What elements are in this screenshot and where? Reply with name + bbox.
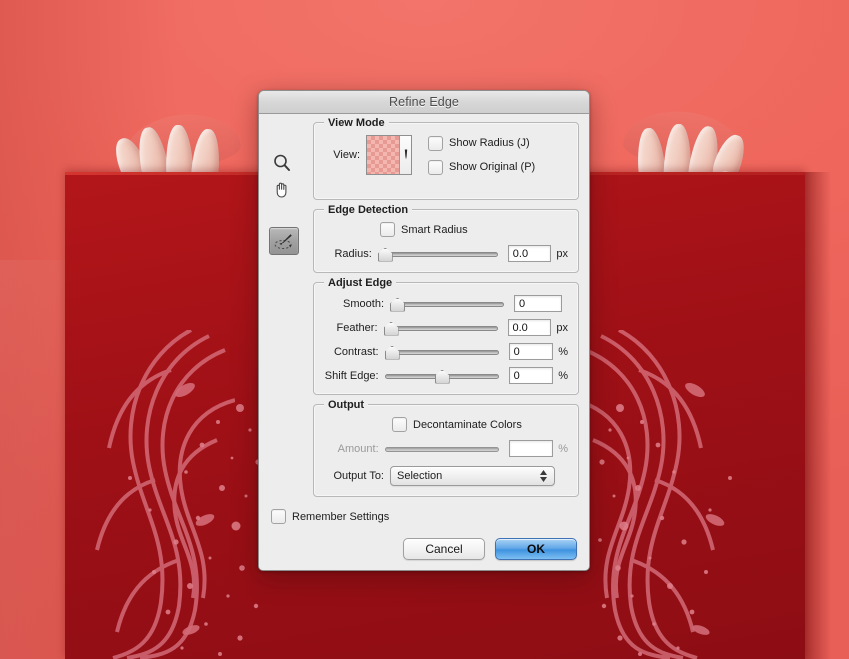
cancel-button[interactable]: Cancel: [403, 538, 485, 560]
output-to-label: Output To:: [333, 470, 384, 482]
show-original-label: Show Original (P): [449, 161, 536, 173]
feather-label: Feather:: [336, 321, 378, 334]
show-radius-checkbox[interactable]: [428, 135, 443, 151]
stepper-icon[interactable]: [540, 470, 547, 482]
amount-unit: %: [558, 442, 568, 455]
feather-row: Feather: 0.0 px: [324, 319, 568, 336]
decontaminate-row[interactable]: Decontaminate Colors: [392, 417, 568, 432]
view-dropdown-arrow[interactable]: [400, 136, 411, 174]
remember-settings-label: Remember Settings: [292, 510, 390, 523]
radius-label: Radius:: [334, 247, 372, 260]
contrast-slider-thumb[interactable]: [384, 345, 400, 360]
dialog-footer: Remember Settings Cancel OK: [269, 509, 579, 560]
magnifier-icon: [274, 154, 290, 171]
hand-tool[interactable]: [269, 177, 295, 203]
contrast-field[interactable]: 0: [508, 343, 554, 360]
show-original-row[interactable]: Show Original (P): [428, 159, 536, 175]
amount-row: Amount: %: [324, 440, 568, 457]
shift-edge-unit: %: [558, 369, 568, 382]
smooth-field[interactable]: 0: [514, 295, 562, 312]
shift-edge-row: Shift Edge: 0 %: [324, 367, 568, 384]
show-original-checkbox[interactable]: [428, 159, 443, 175]
smooth-slider-track: [390, 301, 504, 307]
dialog-title: Refine Edge: [389, 95, 459, 109]
smooth-label: Smooth:: [343, 297, 384, 310]
dialog-titlebar[interactable]: Refine Edge: [259, 91, 589, 114]
radius-row: Radius: 0.0 px: [324, 245, 568, 262]
view-mode-group: View Mode View: Show Radius (J) Show Ori…: [313, 117, 579, 200]
show-radius-label: Show Radius (J): [449, 137, 530, 149]
red-card-shadow: [805, 172, 831, 659]
contrast-slider-track: [384, 349, 499, 355]
edge-detection-group: Edge Detection Smart Radius Radius: 0.0 …: [313, 204, 579, 273]
amount-slider: [384, 442, 499, 456]
contrast-slider[interactable]: [384, 345, 499, 360]
smart-radius-label: Smart Radius: [401, 223, 468, 236]
remember-settings-checkbox[interactable]: [271, 509, 286, 524]
dialog-button-row: Cancel OK: [269, 538, 577, 560]
screen: Refine Edge View Mode View: Show Radius …: [0, 0, 849, 659]
refine-radius-tool-button[interactable]: [269, 227, 299, 255]
feather-unit: px: [556, 321, 568, 334]
shift-edge-slider-thumb[interactable]: [434, 369, 450, 384]
output-legend: Output: [324, 399, 369, 411]
output-to-value: Selection: [397, 470, 443, 482]
output-group: Output Decontaminate Colors Amount: % Ou…: [313, 399, 579, 497]
feather-slider-track: [383, 325, 498, 331]
ok-button[interactable]: OK: [495, 538, 577, 560]
speckle-spray-left: [128, 404, 262, 656]
refine-edge-dialog: Refine Edge View Mode View: Show Radius …: [258, 90, 590, 571]
view-preview-swatch: [367, 136, 400, 174]
remember-settings-row[interactable]: Remember Settings: [271, 509, 579, 524]
decontaminate-checkbox[interactable]: [392, 417, 407, 432]
radius-field[interactable]: 0.0: [507, 245, 552, 262]
feather-field[interactable]: 0.0: [507, 319, 552, 336]
zoom-tool[interactable]: [269, 150, 295, 176]
chevron-up-icon: [540, 470, 547, 475]
feather-slider[interactable]: [383, 321, 498, 336]
hand-icon: [276, 182, 287, 198]
view-mode-legend: View Mode: [324, 117, 389, 129]
dialog-body: View Mode View: Show Radius (J) Show Ori…: [259, 114, 589, 570]
amount-field: [508, 440, 554, 457]
smart-radius-checkbox[interactable]: [380, 222, 395, 237]
smooth-row: Smooth: 0: [324, 295, 568, 312]
chevron-down-icon: [404, 149, 407, 160]
adjust-edge-group: Adjust Edge Smooth: 0 Feather: 0.0 px Co…: [313, 277, 579, 395]
feather-slider-thumb[interactable]: [383, 321, 399, 336]
radius-slider-thumb[interactable]: [377, 247, 393, 262]
amount-slider-track: [384, 446, 499, 452]
contrast-row: Contrast: 0 %: [324, 343, 568, 360]
show-radius-row[interactable]: Show Radius (J): [428, 135, 535, 151]
view-label: View:: [333, 149, 360, 161]
output-to-row: Output To: Selection: [324, 466, 568, 486]
amount-label: Amount:: [337, 442, 379, 455]
decontaminate-label: Decontaminate Colors: [413, 418, 522, 431]
radius-unit: px: [556, 247, 568, 260]
view-preview-popup[interactable]: [366, 135, 412, 175]
chevron-down-icon: [540, 477, 547, 482]
smooth-slider-thumb[interactable]: [390, 297, 405, 312]
radius-slider-track: [377, 251, 498, 257]
shift-edge-slider[interactable]: [384, 369, 499, 384]
edge-detection-legend: Edge Detection: [324, 204, 413, 216]
output-to-select[interactable]: Selection: [390, 466, 555, 486]
speckle-spray-right: [598, 404, 732, 656]
smart-radius-row[interactable]: Smart Radius: [380, 222, 568, 237]
radius-slider[interactable]: [377, 247, 498, 262]
shift-edge-field[interactable]: 0: [508, 367, 554, 384]
adjust-edge-legend: Adjust Edge: [324, 277, 397, 289]
tool-column: [269, 150, 301, 255]
refine-brush-icon: [274, 234, 292, 249]
smooth-slider[interactable]: [390, 297, 504, 312]
contrast-label: Contrast:: [333, 345, 379, 358]
contrast-unit: %: [558, 345, 568, 358]
shift-edge-label: Shift Edge:: [324, 369, 379, 382]
